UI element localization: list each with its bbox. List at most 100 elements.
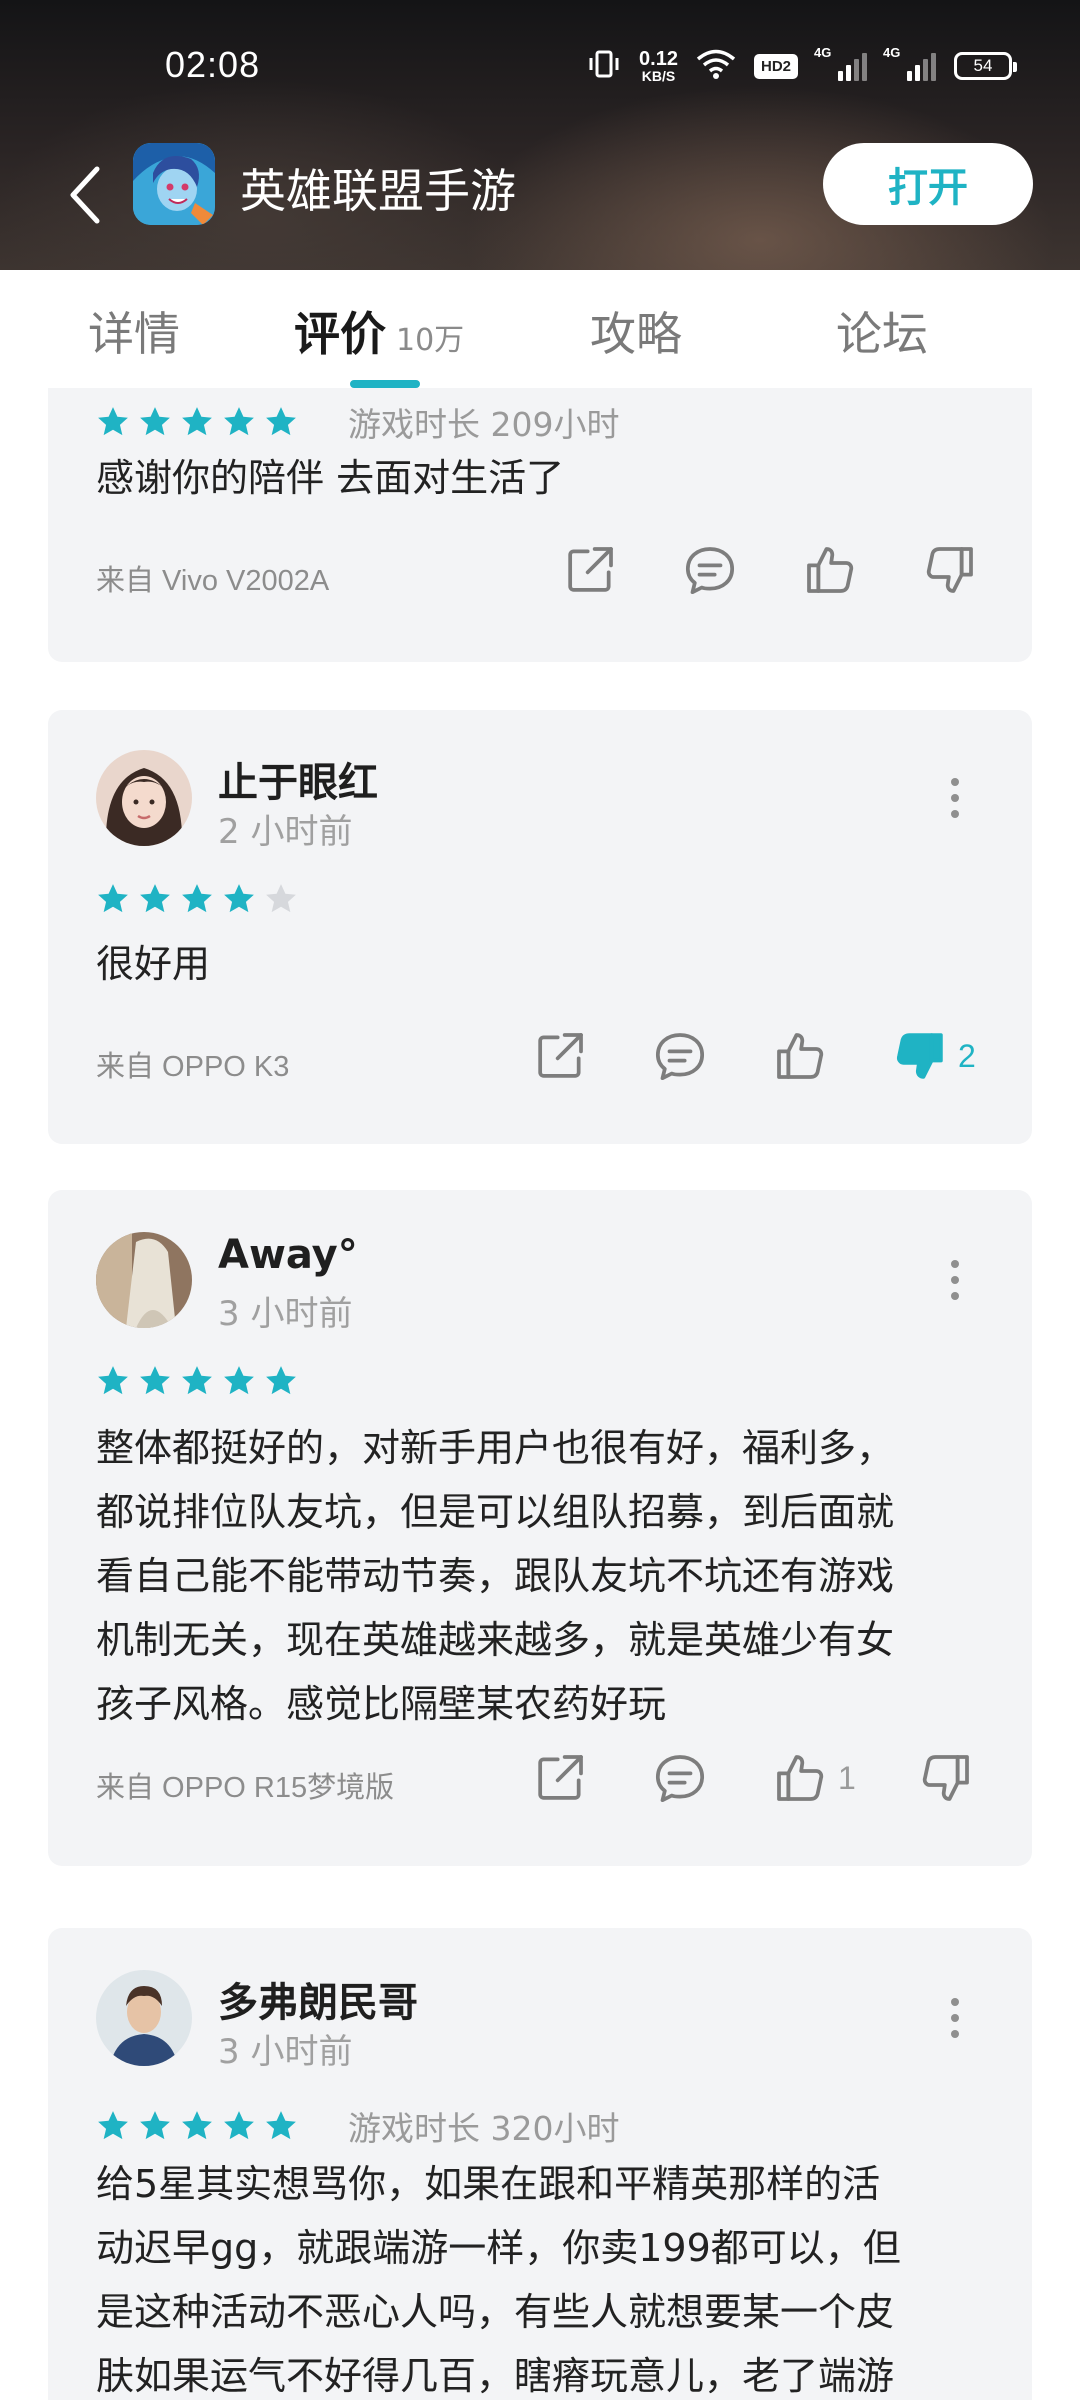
like-button[interactable] bbox=[770, 1026, 830, 1086]
thumbs-up-icon bbox=[770, 1748, 830, 1808]
avatar[interactable] bbox=[96, 1232, 192, 1328]
app-icon bbox=[133, 143, 215, 225]
comment-button[interactable] bbox=[680, 540, 740, 600]
vibrate-icon bbox=[587, 47, 621, 85]
battery-indicator: 54 bbox=[954, 52, 1017, 80]
tab-details[interactable]: 详情 bbox=[88, 298, 180, 364]
share-icon bbox=[560, 540, 620, 600]
chevron-left-icon bbox=[70, 166, 100, 223]
review-text: 整体都挺好的，对新手用户也很有好，福利多， 都说排位队友坑，但是可以组队招募，到… bbox=[96, 1416, 996, 1736]
back-button[interactable] bbox=[55, 157, 115, 232]
comment-icon bbox=[650, 1026, 710, 1086]
network-speed: 0.12 KB/S bbox=[639, 48, 678, 84]
dislike-button[interactable] bbox=[916, 1748, 976, 1808]
review-text-line: 机制无关，现在英雄越来越多，就是英雄少有女 bbox=[96, 1618, 895, 1662]
dot bbox=[951, 2030, 959, 2038]
like-button[interactable] bbox=[800, 540, 860, 600]
share-button[interactable] bbox=[530, 1748, 590, 1808]
signal-sim2-icon: 4G bbox=[883, 45, 936, 81]
username[interactable]: Away° bbox=[218, 1232, 358, 1278]
star-filled-icon bbox=[182, 407, 212, 436]
review-text: 给5星其实想骂你，如果在跟和平精英那样的活 动迟早gg，就跟端游一样，你卖199… bbox=[96, 2152, 996, 2400]
review-card: 多弗朗民哥 3 小时前 游戏时长 320小时 给5星其实想骂你，如果在跟和平精英… bbox=[48, 1928, 1032, 2400]
rating-stars bbox=[96, 1364, 298, 1398]
star-filled-icon bbox=[98, 1366, 128, 1395]
avatar[interactable] bbox=[96, 750, 192, 846]
dot bbox=[951, 1276, 959, 1284]
thumbs-down-icon bbox=[920, 540, 980, 600]
share-button[interactable] bbox=[560, 540, 620, 600]
dot bbox=[951, 2014, 959, 2022]
star-filled-icon bbox=[266, 1366, 296, 1395]
rating-stars bbox=[96, 882, 298, 916]
dot bbox=[951, 1260, 959, 1268]
star-filled-icon bbox=[182, 2111, 212, 2140]
more-options-button[interactable] bbox=[940, 1988, 970, 2048]
dot bbox=[951, 794, 959, 802]
comment-icon bbox=[680, 540, 740, 600]
rating-stars: 游戏时长 209小时 bbox=[96, 398, 619, 446]
username[interactable]: 多弗朗民哥 bbox=[218, 1970, 418, 2028]
review-time: 2 小时前 bbox=[218, 812, 353, 852]
share-button[interactable] bbox=[530, 1026, 590, 1086]
review-card: 止于眼红 2 小时前 很好用 来自 OPPO K3 2 bbox=[48, 710, 1032, 1144]
star-filled-icon bbox=[140, 1366, 170, 1395]
review-text-line: 整体都挺好的，对新手用户也很有好，福利多， bbox=[96, 1426, 895, 1470]
tab-guides[interactable]: 攻略 bbox=[590, 298, 682, 364]
review-text: 感谢你的陪伴 去面对生活了 bbox=[96, 456, 565, 500]
tab-forum[interactable]: 论坛 bbox=[836, 298, 928, 364]
device-label: 来自 OPPO K3 bbox=[96, 1051, 290, 1083]
review-time: 3 小时前 bbox=[218, 1294, 353, 1334]
playtime-label: 游戏时长 209小时 bbox=[348, 405, 620, 444]
review-card: Away° 3 小时前 整体都挺好的，对新手用户也很有好，福利多， 都说排位队友… bbox=[48, 1190, 1032, 1866]
review-list[interactable]: 游戏时长 209小时 感谢你的陪伴 去面对生活了 来自 Vivo V2002A … bbox=[0, 388, 1080, 2400]
star-filled-icon bbox=[98, 884, 128, 913]
dot bbox=[951, 1292, 959, 1300]
review-actions: 1 bbox=[530, 1748, 976, 1808]
star-filled-icon bbox=[182, 884, 212, 913]
avatar[interactable] bbox=[96, 1970, 192, 2066]
like-button[interactable]: 1 bbox=[770, 1748, 856, 1808]
dot bbox=[951, 810, 959, 818]
tab-active-indicator bbox=[350, 380, 420, 388]
status-bar: 02:08 0.12 KB/S HD2 4G 4G 54 bbox=[0, 0, 1080, 135]
thumbs-down-icon bbox=[916, 1748, 976, 1808]
star-filled-icon bbox=[140, 884, 170, 913]
star-filled-icon bbox=[266, 407, 296, 436]
review-text: 很好用 bbox=[96, 942, 211, 986]
tab-reviews[interactable]: 评价 10万 bbox=[294, 298, 464, 364]
review-text-line: 孩子风格。感觉比隔壁某农药好玩 bbox=[96, 1682, 667, 1726]
review-text-line: 给5星其实想骂你，如果在跟和平精英那样的活 bbox=[96, 2162, 881, 2206]
star-filled-icon bbox=[266, 2111, 296, 2140]
review-text-line: 看自己能不能带动节奏，跟队友坑不坑还有游戏 bbox=[96, 1554, 895, 1598]
comment-button[interactable] bbox=[650, 1748, 710, 1808]
share-icon bbox=[530, 1026, 590, 1086]
open-app-button[interactable]: 打开 bbox=[823, 143, 1033, 225]
thumbs-up-icon bbox=[800, 540, 860, 600]
username[interactable]: 止于眼红 bbox=[218, 750, 378, 808]
dislike-button[interactable]: 2 bbox=[890, 1026, 976, 1086]
playtime-label: 游戏时长 320小时 bbox=[348, 2109, 620, 2148]
app-title: 英雄联盟手游 bbox=[240, 164, 516, 218]
device-label: 来自 Vivo V2002A bbox=[96, 565, 330, 597]
more-options-button[interactable] bbox=[940, 768, 970, 828]
dislike-count: 2 bbox=[958, 1037, 976, 1074]
star-filled-icon bbox=[224, 884, 254, 913]
comment-button[interactable] bbox=[650, 1026, 710, 1086]
review-text-line: 是这种活动不恶心人吗，有些人就想要某一个皮 bbox=[96, 2290, 895, 2334]
wifi-icon bbox=[696, 48, 736, 84]
more-options-button[interactable] bbox=[940, 1250, 970, 1310]
signal-sim1-icon: 4G bbox=[814, 45, 867, 81]
dislike-button[interactable] bbox=[920, 540, 980, 600]
review-text-line: 肤如果运气不好得几百，瞎瘠玩意儿，老了端游 bbox=[96, 2354, 895, 2398]
status-time: 02:08 bbox=[165, 44, 261, 85]
dot bbox=[951, 1998, 959, 2006]
review-count: 10万 bbox=[396, 323, 465, 358]
thumbs-up-icon bbox=[770, 1026, 830, 1086]
app-bar: 英雄联盟手游 打开 bbox=[0, 135, 1080, 270]
like-count: 1 bbox=[838, 1759, 856, 1796]
tab-bar: 详情 评价 10万 攻略 论坛 bbox=[0, 270, 1080, 388]
star-filled-icon bbox=[182, 1366, 212, 1395]
star-filled-icon bbox=[98, 2111, 128, 2140]
star-filled-icon bbox=[224, 1366, 254, 1395]
